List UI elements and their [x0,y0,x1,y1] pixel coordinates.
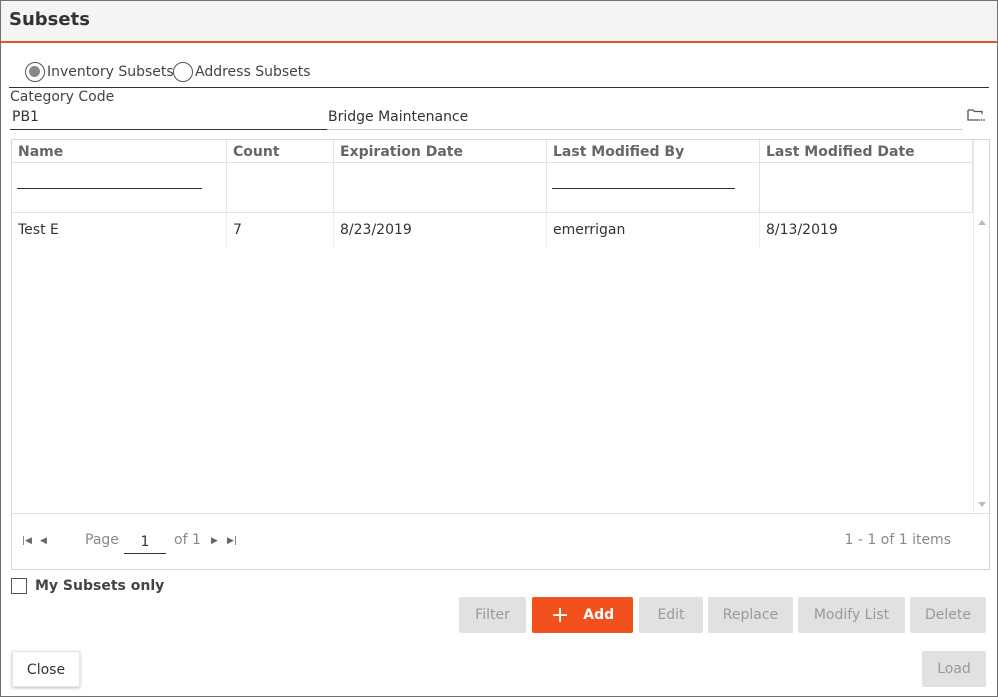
column-header-last-modified-by[interactable]: Last Modified By [547,140,760,213]
dialog-titlebar: Subsets [1,1,997,43]
column-header-label: Last Modified By [553,144,685,160]
delete-button[interactable]: Delete [910,597,986,633]
subset-type-radio-group: Inventory Subsets Address Subsets [9,59,989,88]
column-header-expiration-date[interactable]: Expiration Date [334,140,547,213]
grid-vertical-scrollbar[interactable] [973,140,989,513]
cell-name: Test E [12,213,227,247]
category-code-input[interactable]: PB1 [10,107,328,130]
my-subsets-only-checkbox[interactable]: My Subsets only [11,578,164,594]
page-label: Page [85,532,119,548]
grid-header: Name Count Expiration Date Last Modified… [12,140,973,213]
modify-list-button[interactable]: Modify List [798,597,905,633]
first-page-icon[interactable]: |◀ [22,536,32,546]
column-header-label: Last Modified Date [766,144,915,160]
scroll-down-icon[interactable] [978,502,986,507]
load-button[interactable]: Load [922,651,986,687]
folder-lookup-icon[interactable] [967,107,985,123]
cell-last-modified-by: emerrigan [547,213,760,247]
add-button-label: Add [583,607,615,623]
previous-page-icon[interactable]: ◀ [40,536,47,546]
cell-expiration-date: 8/23/2019 [334,213,547,247]
replace-button[interactable]: Replace [708,597,793,633]
subsets-dialog: Subsets Inventory Subsets Address Subset… [0,0,998,697]
inventory-subsets-radio[interactable]: Inventory Subsets [25,62,174,82]
column-header-last-modified-date[interactable]: Last Modified Date [760,140,973,213]
category-description: Bridge Maintenance [327,107,962,130]
my-subsets-only-label: My Subsets only [35,578,165,594]
column-header-label: Count [233,144,280,160]
column-header-name[interactable]: Name [12,140,227,213]
page-number-input[interactable]: 1 [124,530,166,554]
cell-last-modified-date: 8/13/2019 [766,222,838,238]
inventory-subsets-label: Inventory Subsets [47,64,174,80]
close-button[interactable]: Close [12,651,80,687]
edit-button[interactable]: Edit [639,597,703,633]
checkbox-unchecked-icon [11,578,27,594]
radio-checked-icon [25,62,45,82]
page-count-label: of 1 [174,532,201,548]
table-row[interactable]: Test E 7 8/23/2019 emerrigan 8/13/2019 [12,213,973,247]
plus-icon: + [550,603,570,628]
column-header-label: Expiration Date [340,144,463,160]
column-header-count[interactable]: Count [227,140,334,213]
category-code-label: Category Code [10,89,115,105]
dialog-title: Subsets [9,9,90,30]
last-page-icon[interactable]: ▶| [227,536,237,546]
next-page-icon[interactable]: ▶ [211,536,218,546]
scroll-up-icon[interactable] [978,220,986,225]
last-modified-by-filter-input[interactable] [552,188,735,189]
grid-pager: |◀ ◀ Page 1 of 1 ▶ ▶| 1 - 1 of 1 items [12,513,989,569]
pager-info: 1 - 1 of 1 items [844,532,951,548]
address-subsets-radio[interactable]: Address Subsets [173,62,311,82]
subsets-grid: Name Count Expiration Date Last Modified… [11,139,990,570]
add-button[interactable]: + Add [532,597,633,633]
name-filter-input[interactable] [17,188,202,189]
address-subsets-label: Address Subsets [195,64,311,80]
cell-count: 7 [227,213,334,247]
radio-unchecked-icon [173,62,193,82]
column-header-label: Name [18,144,64,160]
filter-button[interactable]: Filter [459,597,526,633]
